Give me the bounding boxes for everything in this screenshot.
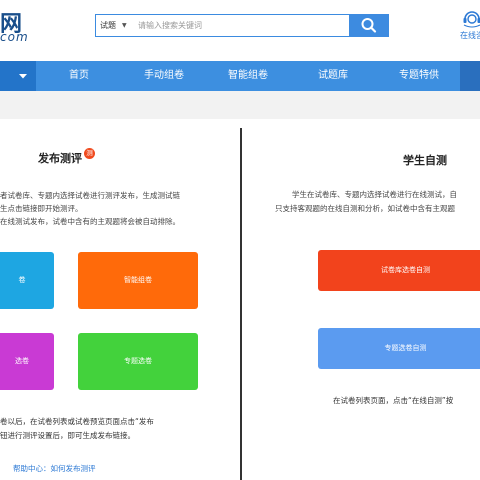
nav-item-special-topics[interactable]: 专题特供 (399, 61, 439, 91)
topic-paper-tile[interactable]: 专题选卷 (78, 333, 198, 390)
publish-desc-line: 生点击链接即开始测评。 (0, 204, 83, 213)
publish-desc-line: 者试卷库、专题内选择试卷进行测评发布，生成测试链 (0, 191, 180, 200)
sub-header-strip (0, 91, 480, 119)
bank-self-test-tile[interactable]: 试卷库选卷自测 (318, 250, 480, 291)
search-input[interactable] (138, 16, 338, 35)
help-link[interactable]: 帮助中心：如何发布测评 (13, 463, 96, 474)
support-icon[interactable] (461, 8, 480, 28)
select-paper-tile[interactable]: 选卷 (0, 333, 54, 390)
nav-item-home[interactable]: 首页 (69, 61, 89, 91)
search-bar: 试题 ▼ (95, 14, 389, 37)
smart-paper-tile[interactable]: 智能组卷 (78, 252, 198, 309)
main-nav: 首页 手动组卷 智能组卷 试题库 专题特供 (0, 61, 480, 91)
search-type-select[interactable]: 试题 (100, 15, 116, 36)
paper-bank-tile[interactable]: 卷 (0, 252, 54, 309)
publish-note-line: 卷以后，在试卷列表或试卷预览页面点击“发布 (0, 417, 154, 426)
publish-desc-line: 在线测试发布，试卷中含有的主观题将会被自动排除。 (0, 217, 180, 226)
online-consult-label[interactable]: 在线咨 (460, 30, 480, 41)
self-test-note: 在试卷列表页面，点击“在线自测”按 (333, 396, 454, 405)
publish-badge: 测 (84, 148, 95, 159)
publish-note-line: 钮进行测评设置后，即可生成发布链接。 (0, 431, 135, 440)
self-test-desc-line: 只支持客观题的在线自测和分析，如试卷中含有主观题 (275, 204, 455, 213)
search-button[interactable] (349, 14, 389, 37)
nav-item-manual-paper[interactable]: 手动组卷 (144, 61, 184, 91)
search-icon (361, 18, 377, 33)
caret-down-icon (19, 74, 27, 79)
nav-item-active[interactable] (460, 61, 480, 91)
nav-menu-toggle[interactable] (0, 61, 36, 91)
publish-title: 发布测评 (38, 152, 82, 165)
site-logo-domain: com (0, 30, 29, 44)
panel-divider (240, 128, 242, 480)
topic-self-test-tile[interactable]: 专题选卷自测 (318, 328, 480, 369)
nav-item-question-bank[interactable]: 试题库 (318, 61, 348, 91)
nav-item-smart-paper[interactable]: 智能组卷 (228, 61, 268, 91)
self-test-desc-line: 学生在试卷库、专题内选择试卷进行在线测试，自 (292, 190, 457, 199)
chevron-down-icon[interactable]: ▼ (122, 15, 127, 36)
self-test-title: 学生自测 (403, 154, 447, 167)
